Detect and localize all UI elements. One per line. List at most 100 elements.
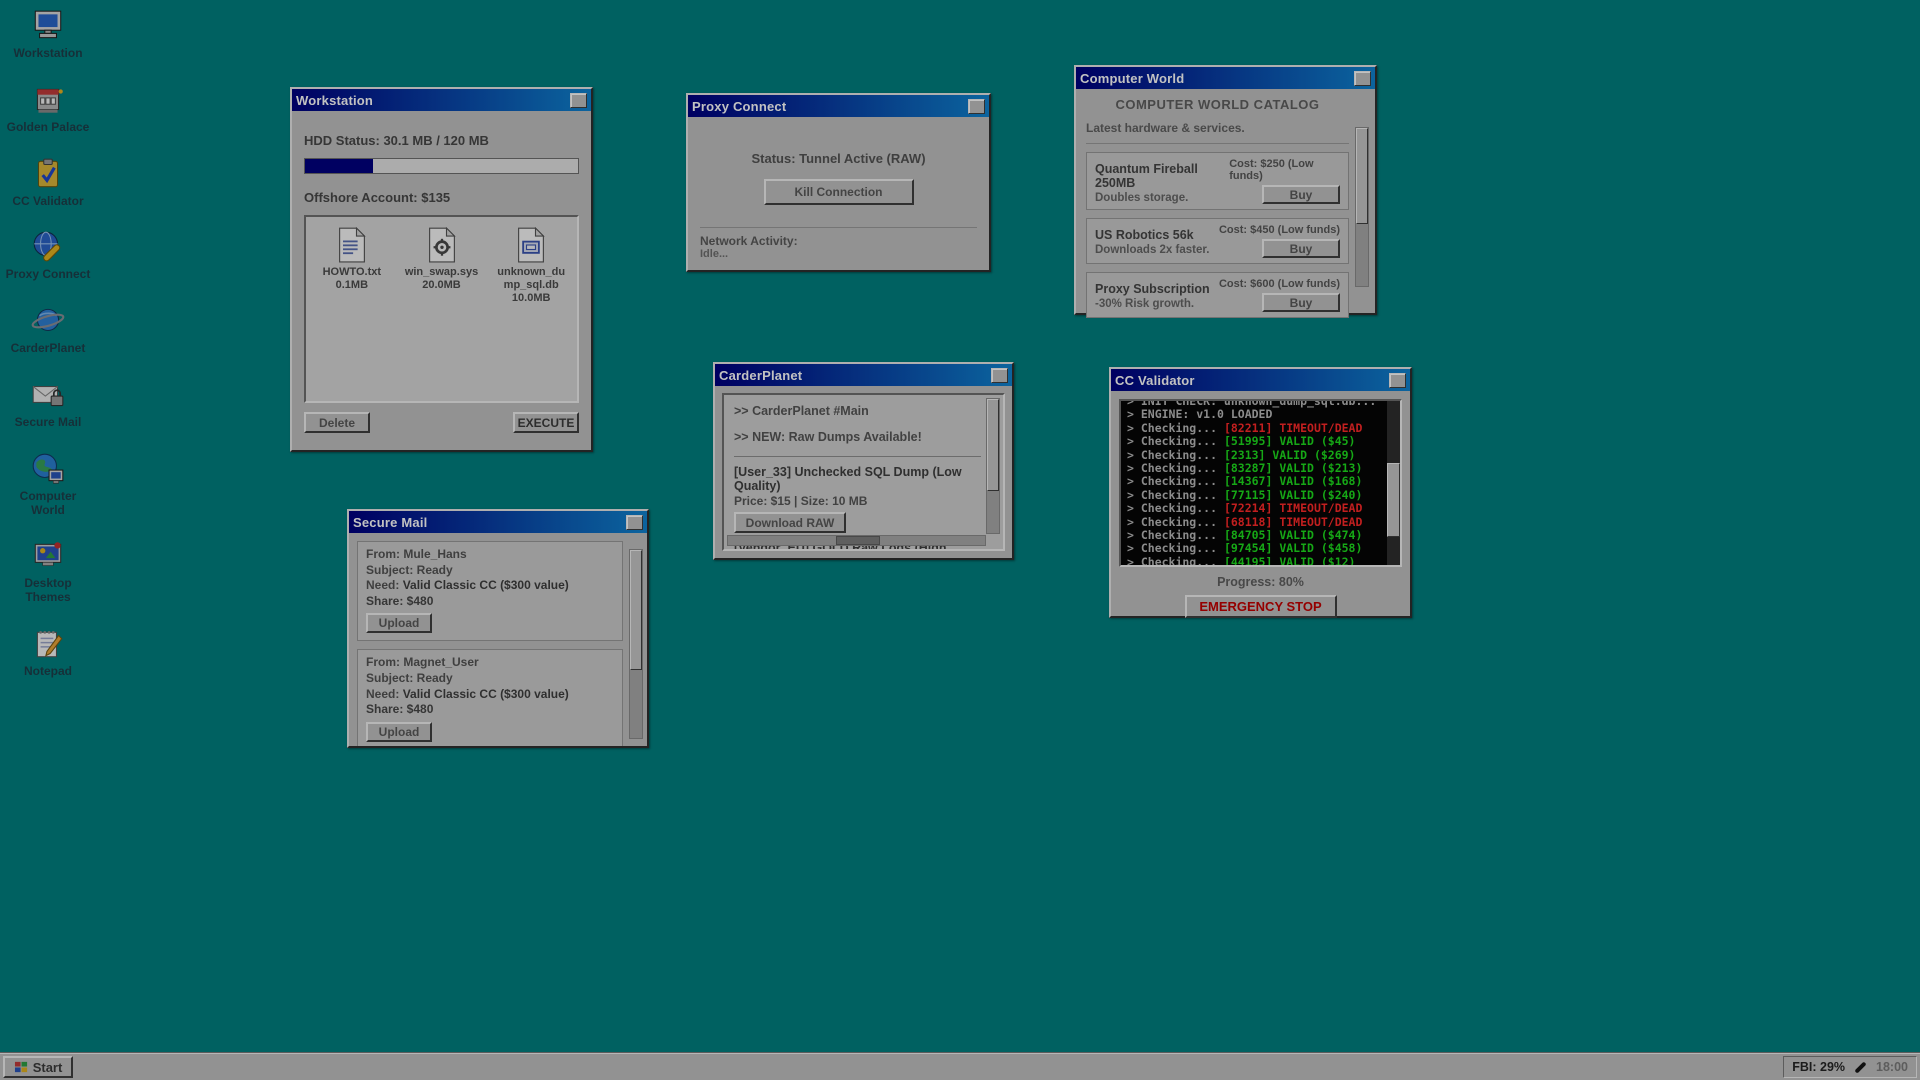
execute-button[interactable]: EXECUTE <box>513 412 579 433</box>
terminal-line: > Checking... [14367] VALID ($168) <box>1127 475 1394 488</box>
item-name: US Robotics 56k <box>1095 228 1209 242</box>
window-title: Computer World <box>1080 71 1184 86</box>
terminal-scrollbar[interactable] <box>1387 401 1400 565</box>
buy-button[interactable]: Buy <box>1262 239 1340 258</box>
upload-button[interactable]: Upload <box>366 613 432 633</box>
icon-label: Golden Palace <box>7 121 90 135</box>
desktop-icon-carderplanet[interactable]: CarderPlanet <box>2 303 94 356</box>
taskbar: Start FBI: 29% 18:00 <box>0 1053 1920 1080</box>
emergency-stop-button[interactable]: EMERGENCY STOP <box>1185 595 1337 618</box>
kill-connection-button[interactable]: Kill Connection <box>764 179 914 205</box>
mail-subject: Subject: Ready <box>366 563 614 579</box>
terminal-line: > Checking... [83287] VALID ($213) <box>1127 462 1394 475</box>
terminal-line: > Checking... [97454] VALID ($458) <box>1127 542 1394 555</box>
upload-button[interactable]: Upload <box>366 722 432 742</box>
carderplanet-titlebar[interactable]: CarderPlanet <box>715 364 1012 386</box>
close-icon[interactable] <box>1354 71 1371 86</box>
mail-item: From: Magnet_User Subject: Ready Need: V… <box>357 649 623 746</box>
buy-button[interactable]: Buy <box>1262 293 1340 312</box>
vertical-scrollbar[interactable] <box>986 398 1000 534</box>
window-secure-mail: Secure Mail From: Mule_Hans Subject: Rea… <box>347 509 649 748</box>
close-icon[interactable] <box>968 99 985 114</box>
desktop-icon-computer-world[interactable]: Computer World <box>2 451 94 518</box>
offshore-account-label: Offshore Account: $135 <box>304 190 579 205</box>
scrollbar-thumb[interactable] <box>987 399 999 491</box>
divider <box>700 227 977 228</box>
item-desc: -30% Risk growth. <box>1095 298 1210 310</box>
cc-validator-titlebar[interactable]: CC Validator <box>1111 369 1410 391</box>
file-name: win_swap.sys <box>405 266 478 279</box>
system-tray: FBI: 29% 18:00 <box>1783 1056 1917 1078</box>
delete-button[interactable]: Delete <box>304 412 370 433</box>
channel-line: >> CarderPlanet #Main <box>734 404 981 418</box>
hdd-progress-bar <box>304 158 579 174</box>
icon-label: Desktop Themes <box>5 577 91 605</box>
close-icon[interactable] <box>991 368 1008 383</box>
horizontal-scrollbar[interactable] <box>727 535 986 546</box>
desktop-icon-notepad[interactable]: Notepad <box>2 626 94 679</box>
listing-title: [User_33] Unchecked SQL Dump (Low Qualit… <box>734 465 981 493</box>
mail-share: Share: $480 <box>366 594 614 610</box>
start-button[interactable]: Start <box>3 1056 73 1078</box>
catalog-subheading: Latest hardware & services. <box>1086 121 1349 144</box>
text-file-icon <box>337 227 367 263</box>
file-size: 20.0MB <box>422 279 461 291</box>
globe-monitor-icon <box>30 451 66 487</box>
vertical-scrollbar[interactable] <box>1355 127 1369 287</box>
terminal-line: > Checking... [77115] VALID ($240) <box>1127 489 1394 502</box>
scrollbar-thumb[interactable] <box>836 536 880 545</box>
system-file-icon <box>427 227 457 263</box>
desktop-icon-secure-mail[interactable]: Secure Mail <box>2 377 94 430</box>
close-icon[interactable] <box>1389 373 1406 388</box>
mail-from: From: Magnet_User <box>366 655 614 671</box>
catalog-item: Proxy Subscription -30% Risk growth. Cos… <box>1086 272 1349 318</box>
desktop-icon-workstation[interactable]: Workstation <box>2 8 94 61</box>
mail-share: Share: $480 <box>366 702 614 718</box>
catalog-item: US Robotics 56k Downloads 2x faster. Cos… <box>1086 218 1349 264</box>
taskbar-clock: 18:00 <box>1876 1060 1908 1074</box>
mail-item: From: Mule_Hans Subject: Ready Need: Val… <box>357 541 623 641</box>
terminal-line: > Checking... [2313] VALID ($269) <box>1127 449 1394 462</box>
terminal-line: > Checking... [84705] VALID ($474) <box>1127 529 1394 542</box>
scrollbar-thumb[interactable] <box>1356 128 1368 224</box>
proxy-titlebar[interactable]: Proxy Connect <box>688 95 989 117</box>
item-desc: Downloads 2x faster. <box>1095 244 1209 256</box>
window-cc-validator: CC Validator > INIT CHECK: unknown_dump_… <box>1109 367 1412 618</box>
window-carderplanet: CarderPlanet >> CarderPlanet #Main >> NE… <box>713 362 1014 560</box>
news-line: >> NEW: Raw Dumps Available! <box>734 430 981 444</box>
mail-subject: Subject: Ready <box>366 671 614 687</box>
network-activity-value: Idle... <box>700 248 977 260</box>
desktop-icon-golden-palace[interactable]: Golden Palace <box>2 82 94 135</box>
network-activity-label: Network Activity: <box>700 234 977 248</box>
file-unknown-dump[interactable]: unknown_dump_sql.db 10.0MB <box>493 227 569 304</box>
mail-need: Need: Valid Classic CC ($300 value) <box>366 578 614 594</box>
file-win-swap[interactable]: win_swap.sys 20.0MB <box>404 227 480 291</box>
workstation-titlebar[interactable]: Workstation <box>292 89 591 111</box>
slot-machine-icon <box>30 82 66 118</box>
vertical-scrollbar[interactable] <box>629 549 643 739</box>
download-raw-button[interactable]: Download RAW <box>734 512 846 533</box>
desktop-icon-cc-validator[interactable]: CC Validator <box>2 156 94 209</box>
notepad-pencil-icon <box>30 626 66 662</box>
icon-label: Notepad <box>24 665 72 679</box>
desktop-icon-desktop-themes[interactable]: Desktop Themes <box>2 538 94 605</box>
close-icon[interactable] <box>626 515 643 530</box>
file-panel: HOWTO.txt 0.1MB win_swap.sys 20.0MB <box>304 215 579 403</box>
icon-label: Workstation <box>13 47 82 61</box>
scrollbar-thumb[interactable] <box>630 550 642 670</box>
themes-icon <box>30 538 66 574</box>
listing-meta: Price: $15 | Size: 10 MB <box>734 494 981 508</box>
buy-button[interactable]: Buy <box>1262 185 1340 204</box>
item-name: Quantum Fireball 250MB <box>1095 162 1229 190</box>
file-howto[interactable]: HOWTO.txt 0.1MB <box>314 227 390 291</box>
icon-label: Computer World <box>5 490 91 518</box>
computer-world-titlebar[interactable]: Computer World <box>1076 67 1375 89</box>
window-title: CarderPlanet <box>719 368 802 383</box>
database-file-icon <box>516 227 546 263</box>
scrollbar-thumb[interactable] <box>1387 463 1400 537</box>
desktop-icon-proxy-connect[interactable]: Proxy Connect <box>2 229 94 282</box>
close-icon[interactable] <box>570 93 587 108</box>
window-title: CC Validator <box>1115 373 1195 388</box>
terminal-line: > Checking... [72214] TIMEOUT/DEAD <box>1127 502 1394 515</box>
secure-mail-titlebar[interactable]: Secure Mail <box>349 511 647 533</box>
